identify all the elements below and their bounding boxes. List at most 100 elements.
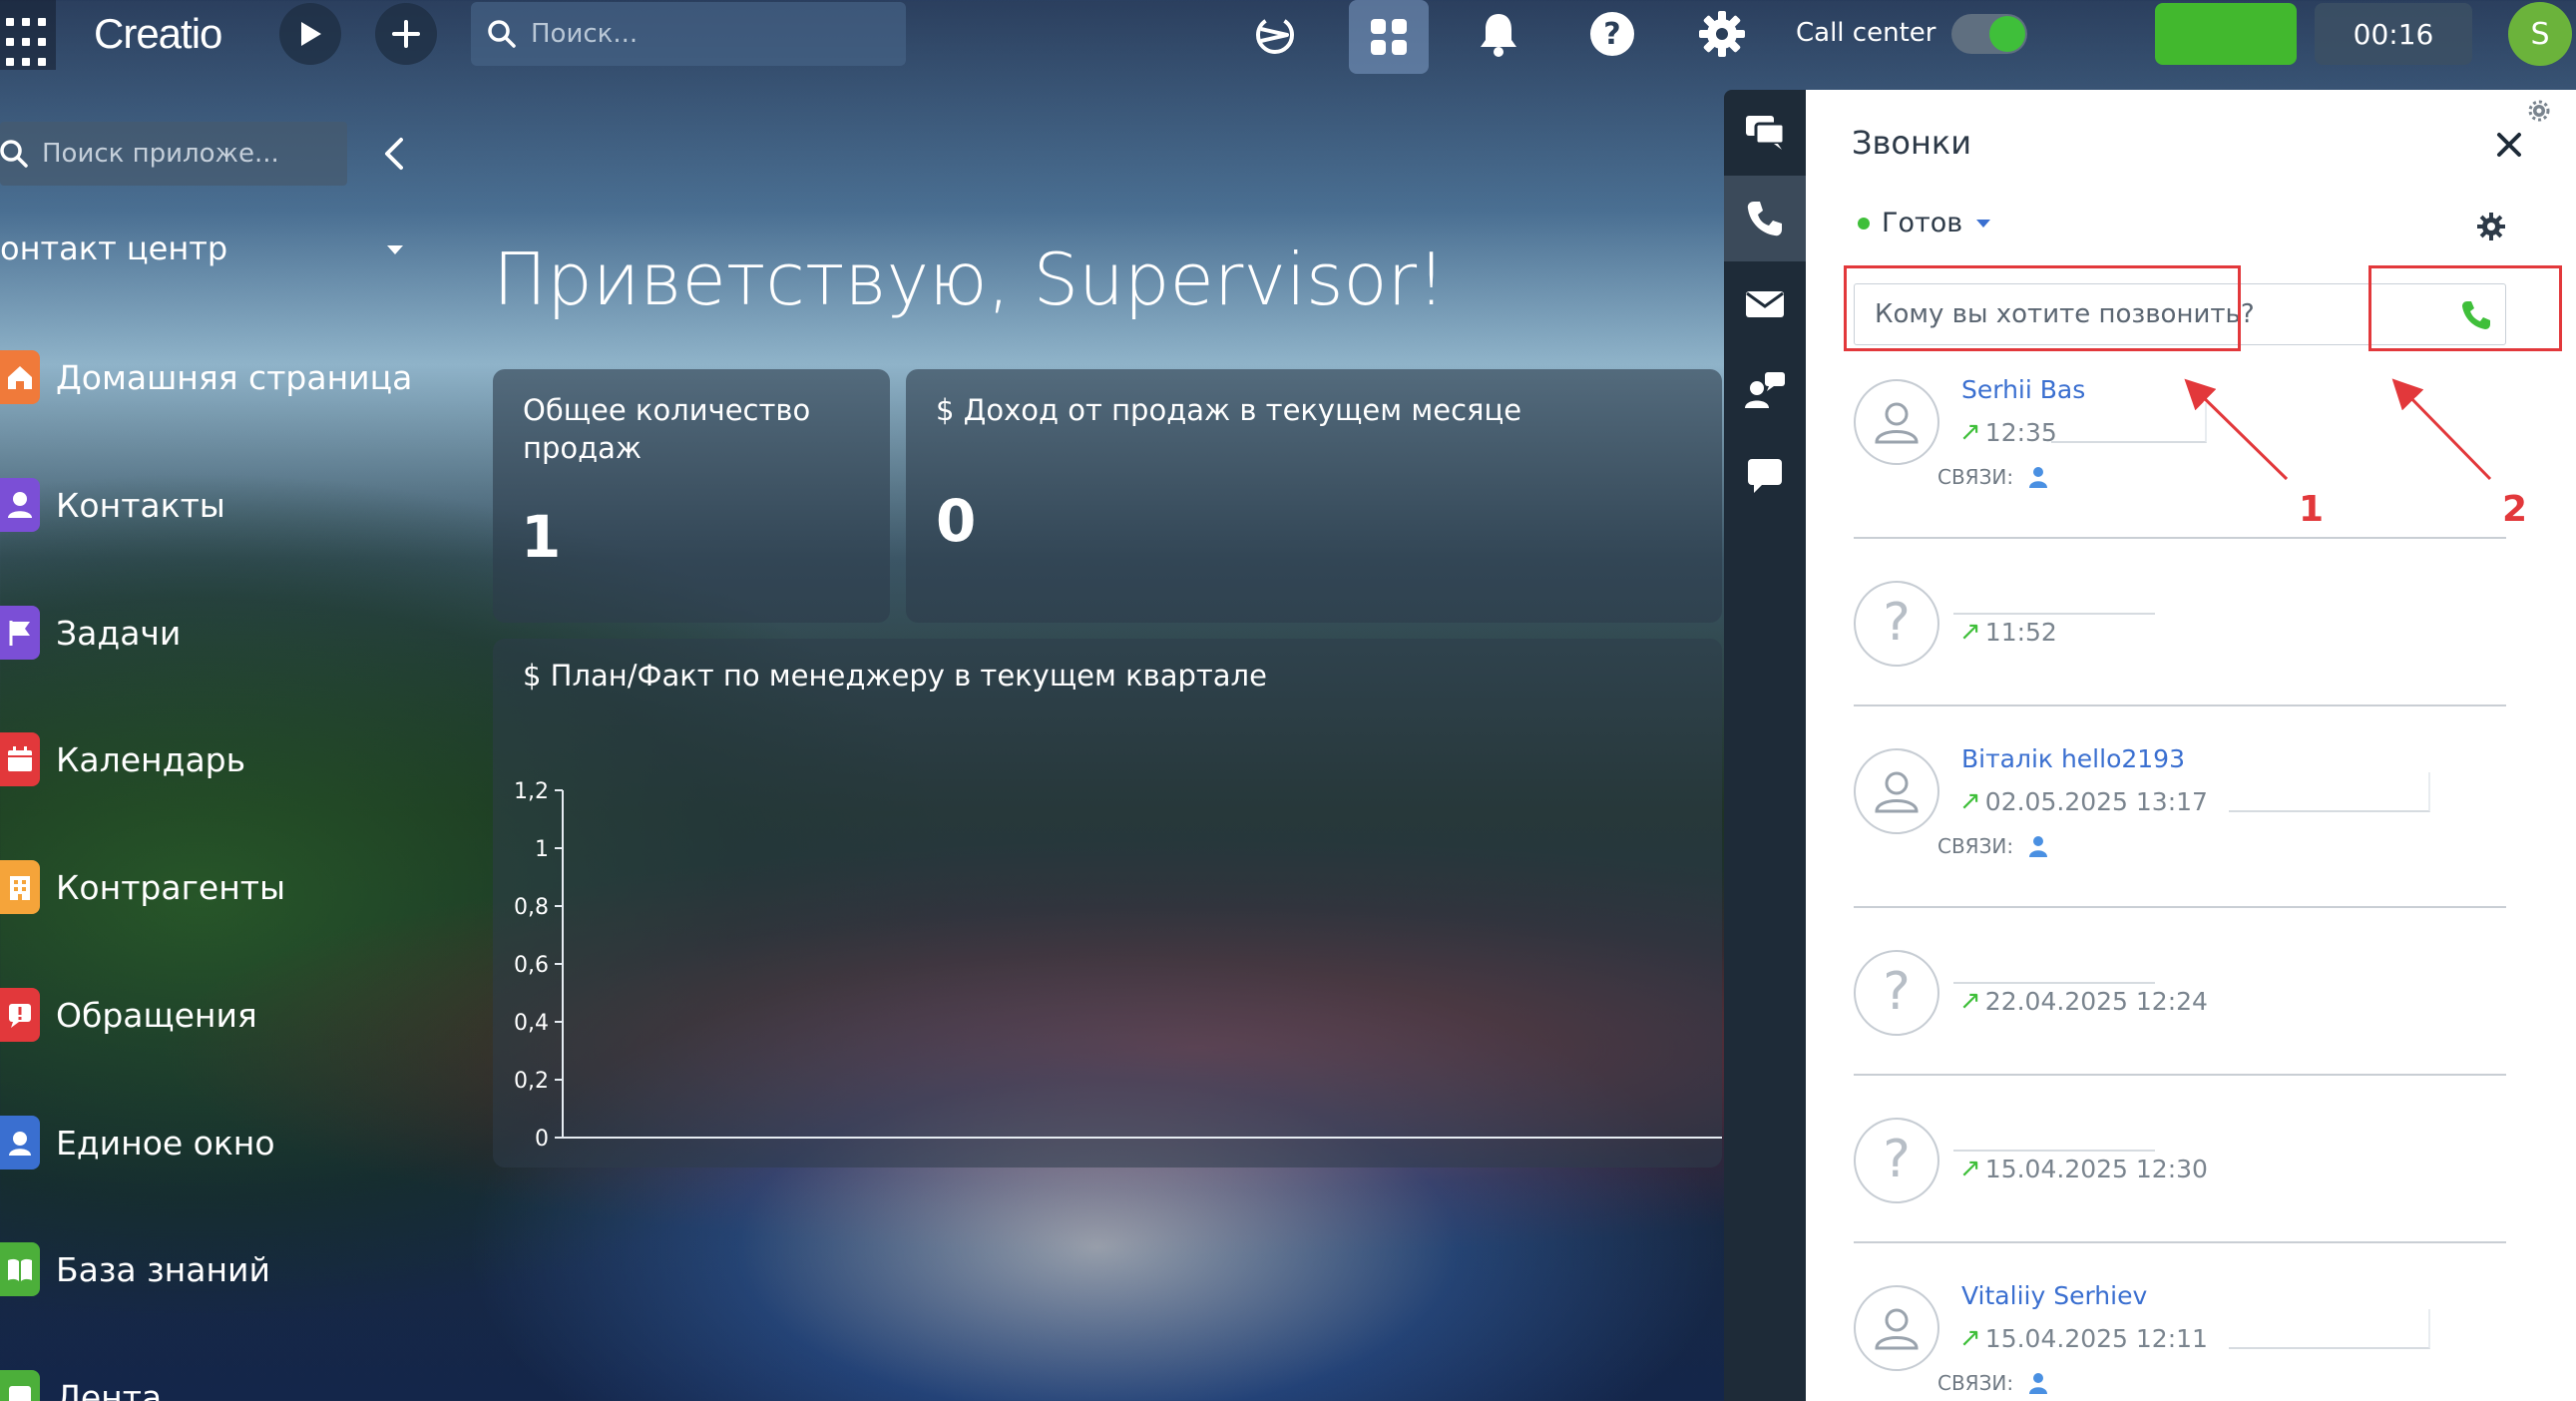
call-center-label: Call center [1796,18,1936,48]
svg-text:?: ? [1883,965,1911,1021]
messages-rail-button[interactable] [1724,433,1806,519]
links-label: СВЯЗИ: [1937,1371,2014,1395]
bell-icon[interactable] [1469,4,1528,64]
contacts-rail-button[interactable] [1724,347,1806,433]
outgoing-arrow-icon: ↗ [1959,1154,1981,1183]
call-time: ↗ 12:35 [1959,417,2057,447]
apps-grid-icon[interactable] [0,0,56,70]
divider [1854,906,2506,908]
plus-icon [392,20,420,48]
svg-text:?: ? [1883,596,1911,652]
feed-icon [0,1370,40,1401]
outgoing-arrow-icon: ↗ [1959,617,1981,647]
play-icon [301,22,321,46]
call-time: ↗ 15.04.2025 12:11 [1959,1323,2208,1353]
freedom-ui-icon[interactable] [1245,5,1305,65]
call-links: СВЯЗИ: [1937,834,2049,858]
help-icon[interactable]: ? [1582,4,1642,64]
top-bar: Creatio ? Call center 00:16 S [0,0,2576,74]
linked-contact-icon[interactable] [2027,1371,2049,1395]
creatio-logo[interactable]: Creatio [94,10,222,58]
revenue-widget[interactable]: $ Доход от продаж в текущем месяце 0 [906,369,1722,623]
sidebar-item-calendar[interactable]: Календарь [0,729,245,789]
communication-panel-rail [1724,90,1806,1401]
person-icon [0,478,40,532]
call-center-toggle[interactable] [1951,14,2027,54]
phone-icon [1747,202,1782,236]
outgoing-arrow-icon: ↗ [1959,417,1981,447]
divider [1854,537,2506,539]
call-time-text: 22.04.2025 12:24 [1984,986,2208,1016]
widget-title: Общее количество продаж [523,393,811,465]
svg-text:?: ? [1603,17,1620,52]
calls-rail-button[interactable] [1724,176,1806,261]
workplace-selector[interactable]: онтакт центр [0,230,409,267]
sidebar-item-feed[interactable]: Лента [0,1367,162,1401]
linked-contact-icon[interactable] [2027,834,2049,858]
unknown-avatar: ? [1854,950,1939,1036]
chart-y-tick-label: 0,2 [514,1069,549,1094]
user-avatar[interactable]: S [2508,2,2572,66]
calls-panel: Звонки Готов 1 2 Serhii Bas ↗ 12:35 СВЯЗ… [1806,90,2576,1401]
chart-y-tick-label: 0,4 [514,1011,549,1036]
building-icon [0,860,40,914]
total-sales-widget[interactable]: Общее количество продаж 1 [493,369,890,623]
collapse-sidebar-button[interactable] [379,132,409,176]
run-process-button[interactable] [279,3,341,65]
sidebar-item-cases[interactable]: Обращения [0,985,257,1045]
settings-gear-icon[interactable] [1692,4,1752,64]
add-button[interactable] [375,3,437,65]
person-icon [1875,1308,1919,1350]
call-time-text: 11:52 [1984,617,2057,647]
annotation-label-1: 1 [2299,489,2325,530]
call-time: ↗ 22.04.2025 12:24 [1959,986,2208,1016]
chart-y-tick-label: 1,2 [514,779,549,804]
call-time-text: 12:35 [1984,417,2057,447]
workplace-label: онтакт центр [0,230,228,267]
sidebar-search-input[interactable] [42,139,331,169]
call-time: ↗ 15.04.2025 12:30 [1959,1154,2208,1183]
app-hub-icon[interactable] [1349,0,1429,74]
sidebar-item-contacts[interactable]: Контакты [0,475,225,535]
call-time: ↗ 11:52 [1959,617,2057,647]
global-search[interactable] [471,2,906,66]
call-time-text: 15.04.2025 12:11 [1984,1323,2208,1353]
phone-status-button[interactable] [2155,3,2297,65]
sidebar-item-label: Контакты [56,485,225,525]
email-rail-button[interactable] [1724,261,1806,347]
sidebar-item-label: Домашняя страница [56,357,413,397]
call-links: СВЯЗИ: [1937,1371,2049,1395]
svg-text:?: ? [1883,1133,1911,1188]
page-greeting: Приветствую, Supervisor! [493,237,1447,321]
call-contact-name[interactable]: Serhii Bas [1961,375,2085,404]
sidebar-search[interactable] [0,122,347,186]
question-icon: ? [1883,1133,1911,1188]
alert-icon [0,988,40,1042]
question-icon: ? [1883,965,1911,1021]
call-contact-name[interactable]: Vitaliiy Serhiev [1961,1281,2147,1310]
plan-fact-chart: 0 0,2 0,4 0,6 0,8 1 1,2 [514,779,1722,1152]
widget-title: $ Доход от продаж в текущем месяце [936,393,1522,427]
flag-icon [0,606,40,660]
global-search-input[interactable] [531,19,890,49]
call-contact-name[interactable]: Віталік hello2193 [1961,744,2185,773]
divider [1854,1074,2506,1076]
plan-fact-chart-widget[interactable]: $ План/Факт по менеджеру в текущем кварт… [493,639,1722,1168]
contact-avatar [1854,1285,1939,1371]
outgoing-arrow-icon: ↗ [1959,1323,1981,1353]
sidebar-item-knowledge-base[interactable]: База знаний [0,1239,270,1299]
sidebar-item-home[interactable]: Домашняя страница [0,347,412,407]
person-icon [1875,771,1919,813]
chat-rail-button[interactable] [1724,90,1806,176]
linked-contact-icon[interactable] [2027,465,2049,489]
chevron-left-icon [385,138,403,170]
call-time-text: 15.04.2025 12:30 [1984,1154,2208,1183]
annotation-label-2: 2 [2502,489,2528,530]
divider [1854,1241,2506,1243]
redacted-name [1953,1112,2155,1152]
sidebar-item-tasks[interactable]: Задачи [0,603,181,663]
message-icon [1748,459,1782,493]
sidebar-item-accounts[interactable]: Контрагенты [0,857,285,917]
sidebar-item-single-window[interactable]: Единое окно [0,1113,275,1172]
links-label: СВЯЗИ: [1937,465,2014,489]
